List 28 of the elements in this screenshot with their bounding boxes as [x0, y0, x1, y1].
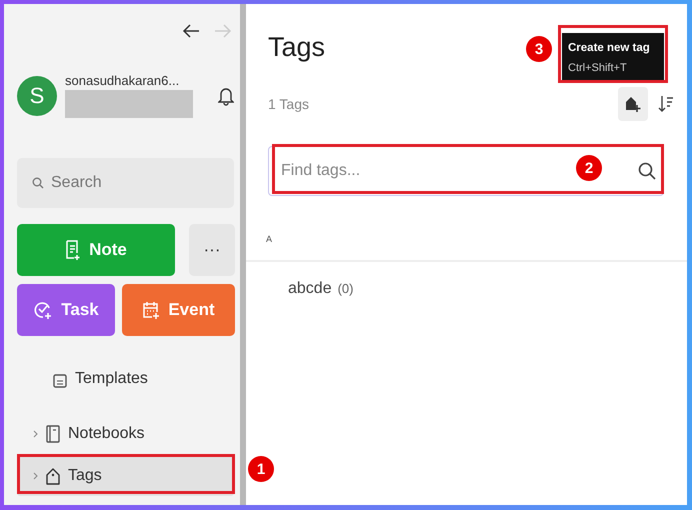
chevron-icon[interactable] — [33, 430, 38, 438]
template-icon — [53, 374, 67, 388]
search-field[interactable]: Search — [17, 158, 234, 208]
tag-plus-icon — [625, 95, 641, 113]
more-button[interactable]: ··· — [189, 224, 235, 276]
section-letter: A — [266, 234, 272, 244]
search-icon — [638, 162, 656, 180]
tag-count: 1 Tags — [268, 96, 309, 112]
new-task-button[interactable]: Task — [17, 284, 115, 336]
sidebar-item[interactable]: Templates — [17, 368, 234, 388]
account-name: sonasudhakaran6... — [65, 74, 180, 88]
page-title: Tags — [268, 32, 326, 63]
chevron-icon[interactable] — [33, 472, 38, 480]
tag-icon — [46, 467, 60, 485]
notebook-icon — [46, 425, 60, 443]
sidebar-item[interactable]: Notebooks — [17, 414, 234, 454]
back-arrow-icon[interactable] — [182, 24, 200, 38]
task-icon — [33, 300, 54, 320]
sort-icon[interactable] — [658, 95, 674, 113]
tag-name[interactable]: abcde — [288, 280, 332, 298]
tag-note-count: (0) — [338, 281, 354, 296]
search-icon — [32, 177, 44, 189]
tooltip: Create new tag Ctrl+Shift+T — [562, 33, 664, 83]
new-tag-button[interactable] — [618, 87, 648, 121]
bell-icon[interactable] — [218, 86, 234, 106]
note-icon — [65, 240, 82, 260]
avatar[interactable]: S — [17, 76, 57, 116]
calendar-icon — [142, 300, 160, 320]
